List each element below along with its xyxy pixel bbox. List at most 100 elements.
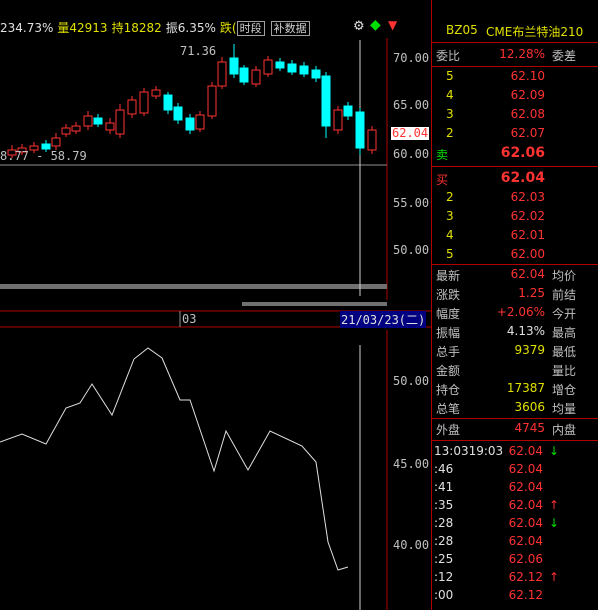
candle-body — [173, 106, 183, 121]
candle-body — [83, 115, 93, 127]
stat-right-label: 前结 — [552, 288, 577, 302]
panel-title: BZ05 CME布兰特油210 — [432, 22, 598, 40]
axis-tick-50: 50.00 — [393, 243, 430, 257]
tick-time: :28 — [434, 534, 454, 548]
stat-value: 4.13% — [506, 324, 545, 338]
horizontal-scrollbar[interactable] — [0, 284, 387, 289]
stat-label: 总笔 — [436, 402, 461, 416]
quote-panel: BZ05 CME布兰特油210 委比 12.28% 委差 5 62.10 4 62.0… — [431, 0, 598, 610]
ask-price: 62.10 — [510, 69, 545, 83]
candle-body — [239, 67, 249, 83]
stat-value: 9379 — [514, 343, 545, 357]
bid-price: 62.01 — [510, 228, 545, 242]
tick-time: :35 — [434, 498, 454, 512]
tick-price: 62.12 — [508, 570, 543, 584]
stat-right-label: 今开 — [552, 307, 577, 321]
ask-price: 62.08 — [510, 107, 545, 121]
tick-time: :25 — [434, 552, 454, 566]
tick-time: :46 — [434, 462, 454, 476]
indicator-tick-40: 40.00 — [393, 538, 430, 552]
candle-body — [71, 125, 81, 132]
tick-time: :12 — [434, 570, 454, 584]
tick-time: :41 — [434, 480, 454, 494]
stat-right-label: 增仓 — [552, 383, 577, 397]
tick-arrow: ↓ — [549, 444, 560, 458]
sell-row: 卖 62.06 — [436, 145, 545, 162]
bid-level: 4 — [446, 228, 454, 242]
stat-row: 总手 9379 最低 — [432, 342, 598, 360]
stat-label: 持仓 — [436, 383, 461, 397]
tick-row: :28 62.04 — [432, 533, 598, 551]
stat-row: 总笔 3606 均量 — [432, 399, 598, 417]
tick-price: 62.04 — [508, 534, 543, 548]
indicator-line — [0, 347, 349, 571]
date-mark: 03 — [182, 312, 197, 326]
tick-price: 62.06 — [508, 552, 543, 566]
outer-inner-row: 外盘 4745 内盘 — [436, 421, 577, 437]
candle-body — [287, 63, 297, 73]
candle-body — [367, 129, 377, 151]
tick-price: 62.04 — [508, 498, 543, 512]
kline-chart — [0, 38, 431, 610]
tick-price: 62.04 — [508, 480, 543, 494]
webi-row: 委比 12.28% 委差 — [436, 47, 577, 63]
candle-body — [115, 109, 125, 135]
candle-body — [61, 127, 71, 135]
cursor-date: 21/03/23(二) — [340, 311, 427, 328]
bid-level: 5 — [446, 247, 454, 261]
ask-row: 3 62.08 — [432, 106, 598, 124]
price-tag: 62.04 — [391, 126, 430, 140]
candle-body — [105, 122, 115, 131]
candle-body — [299, 65, 309, 75]
stat-row: 持仓 17387 增仓 — [432, 380, 598, 398]
bid-price: 62.02 — [510, 209, 545, 223]
candle-body — [185, 117, 195, 131]
tick-row: :25 62.06 — [432, 551, 598, 569]
ask-level: 2 — [446, 126, 454, 140]
candle-body — [217, 61, 227, 87]
candle-body — [229, 57, 239, 75]
candle-body — [51, 137, 61, 147]
tick-row: :28 62.04 ↓ — [432, 515, 598, 533]
stat-value: 62.04 — [510, 267, 545, 281]
stat-row: 涨跌 1.25 前结 — [432, 285, 598, 303]
stat-label: 金额 — [436, 364, 461, 378]
tick-price: 62.04 — [508, 462, 543, 476]
tick-row: :00 62.12 — [432, 587, 598, 605]
candle-body — [151, 89, 161, 97]
ask-level: 5 — [446, 69, 454, 83]
contract-code: BZ05 — [446, 23, 478, 37]
stat-label: 涨跌 — [436, 288, 461, 302]
candle-body — [343, 105, 353, 117]
candle-body — [321, 75, 331, 127]
ask-level: 4 — [446, 88, 454, 102]
stat-label: 振幅 — [436, 326, 461, 340]
stat-value: +2.06% — [496, 305, 545, 319]
chart-area[interactable]: 234.73% 量42913 持18282 振6.35% 跌(时段 补数据 ⚙ ◆ ▼ 7… — [0, 0, 431, 610]
candle-body — [163, 94, 173, 111]
tick-price: 62.12 — [508, 588, 543, 602]
stat-row: 振幅 4.13% 最高 — [432, 323, 598, 341]
stat-value: 1.25 — [518, 286, 545, 300]
stat-right-label: 量比 — [552, 364, 577, 378]
stat-value: 3606 — [514, 400, 545, 414]
buy-row: 买 62.04 — [436, 170, 545, 187]
low-label: 8.77 - 58.79 — [0, 149, 87, 163]
ask-price: 62.07 — [510, 126, 545, 140]
bid-level: 2 — [446, 190, 454, 204]
tick-arrow: ↑ — [549, 570, 560, 584]
bid-row: 3 62.02 — [432, 208, 598, 226]
high-label: 71.36 — [180, 44, 217, 58]
stat-label: 最新 — [436, 269, 461, 283]
tick-time: :00 — [434, 588, 454, 602]
tick-row: :35 62.04 ↑ — [432, 497, 598, 515]
ask-level: 3 — [446, 107, 454, 121]
stat-row: 幅度 +2.06% 今开 — [432, 304, 598, 322]
candle-body — [263, 59, 273, 75]
ask-row: 5 62.10 — [432, 68, 598, 86]
candle-body — [127, 99, 137, 115]
tick-row: 13:0319:03 62.04 ↓ — [432, 443, 598, 461]
bid-row: 2 62.03 — [432, 189, 598, 207]
axis-tick-65: 65.00 — [393, 98, 430, 112]
stat-right-label: 均量 — [552, 402, 577, 416]
